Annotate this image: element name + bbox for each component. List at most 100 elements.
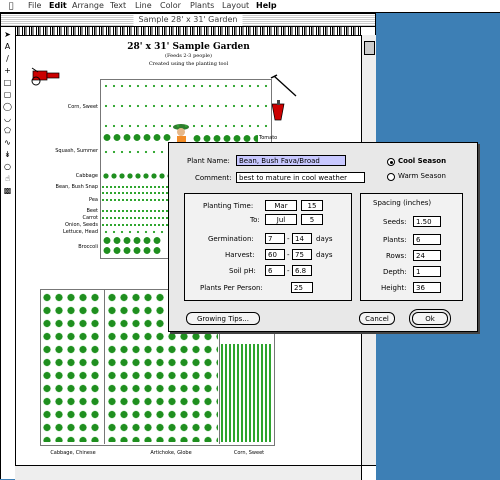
bottom-label-artichoke: Artichoke, Globe [150,450,192,456]
plant-info-dialog: Plant Name: Bean, Bush Fava/Broad Commen… [168,142,478,332]
arc-tool-icon[interactable]: ◡ [3,114,12,123]
depth-field[interactable]: 1 [413,266,441,277]
from-month-field[interactable]: Mar [265,200,297,211]
fill-tool-icon[interactable]: ▩ [3,186,12,195]
plant-row [102,102,268,110]
range-dash: - [287,251,290,259]
text-tool-icon[interactable]: A [3,42,12,51]
plot-divider [104,289,105,444]
cool-season-label[interactable]: Cool Season [398,157,446,165]
height-field[interactable]: 36 [413,282,441,293]
window-titlebar[interactable]: Sample 28' x 31' Garden [1,14,375,27]
apple-menu-icon[interactable]:  [6,0,16,12]
spacing-group: Spacing (inches) Seeds: 1.50 Plants: 6 R… [360,193,463,301]
pattern-palette[interactable] [15,27,361,36]
rectangle-tool-icon[interactable]: □ [3,78,12,87]
menu-line[interactable]: Line [135,0,152,12]
menu-help[interactable]: Help [256,0,277,12]
germination-label: Germination: [208,235,254,243]
comment-label: Comment: [195,174,232,182]
row-label-tomato: Tomato [259,135,278,141]
scroll-thumb[interactable] [364,41,375,55]
harvest-min-field[interactable]: 60 [265,249,285,260]
oval-tool-icon[interactable]: ◯ [3,102,12,111]
menu-edit[interactable]: Edit [49,0,67,12]
row-label-beet: Beet [86,208,98,214]
plant-name-label: Plant Name: [187,157,230,165]
plant-grid-chinese-cabbage [41,291,103,442]
planting-time-label: Planting Time: [203,202,254,210]
row-label-bean: Bean, Bush Snap [55,184,98,190]
row-label-squash: Squash, Summer [55,148,98,154]
to-label: To: [250,216,260,224]
row-label-lettuce: Lettuce, Head [63,229,98,235]
hand-tool-icon[interactable]: ☝ [3,174,12,183]
ok-button[interactable]: Ok [412,312,448,325]
to-month-field[interactable]: Jul [265,214,297,225]
plus-tool-icon[interactable]: + [3,66,12,75]
warm-season-radio[interactable] [387,173,395,181]
growing-tips-button[interactable]: Growing Tips... [186,312,260,325]
plants-label: Plants: [383,236,407,244]
cool-season-radio[interactable] [387,158,395,166]
menu-plants[interactable]: Plants [190,0,214,12]
comment-field[interactable]: best to mature in cool weather [236,172,365,183]
menu-bar:  File Edit Arrange Text Line Color Plan… [0,0,500,13]
range-dash: - [287,235,290,243]
menu-color[interactable]: Color [160,0,181,12]
garden-title: 28' x 31' Sample Garden [127,42,250,52]
row-label-cabbage: Cabbage [75,173,98,179]
row-label-pea: Pea [89,197,98,203]
seeds-field[interactable]: 1.50 [413,216,441,227]
germination-max-field[interactable]: 14 [292,233,312,244]
warm-season-label[interactable]: Warm Season [398,172,446,180]
seeds-label: Seeds: [383,218,407,226]
garden-subtitle: (Feeds 2-3 people) [165,53,212,59]
polygon-tool-icon[interactable]: ⬠ [3,126,12,135]
plant-row [102,82,268,90]
menu-layout[interactable]: Layout [222,0,249,12]
soil-ph-min-field[interactable]: 6 [265,265,285,276]
plant-row [102,246,162,255]
depth-label: Depth: [383,268,407,276]
height-label: Height: [381,284,407,292]
row-label-corn: Corn, Sweet [67,104,98,110]
soil-ph-label: Soil pH: [229,267,256,275]
horizontal-scrollbar[interactable] [15,465,361,480]
harvest-max-field[interactable]: 75 [292,249,312,260]
zoom-tool-icon[interactable]: ○ [3,162,12,171]
garden-caption: Created using the planting tool [148,61,229,67]
rows-field[interactable]: 24 [413,250,441,261]
plants-per-person-label: Plants Per Person: [200,284,263,292]
rows-label: Rows: [386,252,407,260]
menu-text[interactable]: Text [110,0,126,12]
hoe-and-seed-packet-icon [270,74,297,121]
rounded-rect-tool-icon[interactable]: ▢ [3,90,12,99]
tool-palette: ➤ A ∕ + □ ▢ ◯ ◡ ⬠ ∿ ↡ ○ ☝ ▩ [1,27,16,479]
plant-row [102,122,268,130]
row-label-onion: Onion, Seeds [64,222,98,228]
bottom-label-chinese-cabbage: Cabbage, Chinese [50,450,96,456]
plant-row [102,236,162,245]
spacing-title: Spacing (inches) [373,199,432,207]
planting-info-group: Planting Time: Mar 15 To: Jul 5 Germinat… [184,193,352,301]
plant-name-field[interactable]: Bean, Bush Fava/Broad [236,155,346,166]
freehand-tool-icon[interactable]: ∿ [3,138,12,147]
line-tool-icon[interactable]: ∕ [3,54,12,63]
plants-field[interactable]: 6 [413,234,441,245]
germination-min-field[interactable]: 7 [265,233,285,244]
plants-per-person-field[interactable]: 25 [291,282,313,293]
eyedropper-tool-icon[interactable]: ↡ [3,150,12,159]
to-day-field[interactable]: 5 [301,214,323,225]
plant-row [102,133,172,142]
cancel-button[interactable]: Cancel [359,312,395,325]
soil-ph-max-field[interactable]: 6.8 [292,265,312,276]
menu-arrange[interactable]: Arrange [72,0,104,12]
menu-file[interactable]: File [28,0,41,12]
days-unit: days [316,235,333,243]
from-day-field[interactable]: 15 [301,200,323,211]
arrow-tool-icon[interactable]: ➤ [3,30,12,39]
tiller-icon [31,67,60,86]
bottom-label-corn: Corn, Sweet [233,450,265,456]
resize-handle-icon[interactable] [361,465,376,480]
